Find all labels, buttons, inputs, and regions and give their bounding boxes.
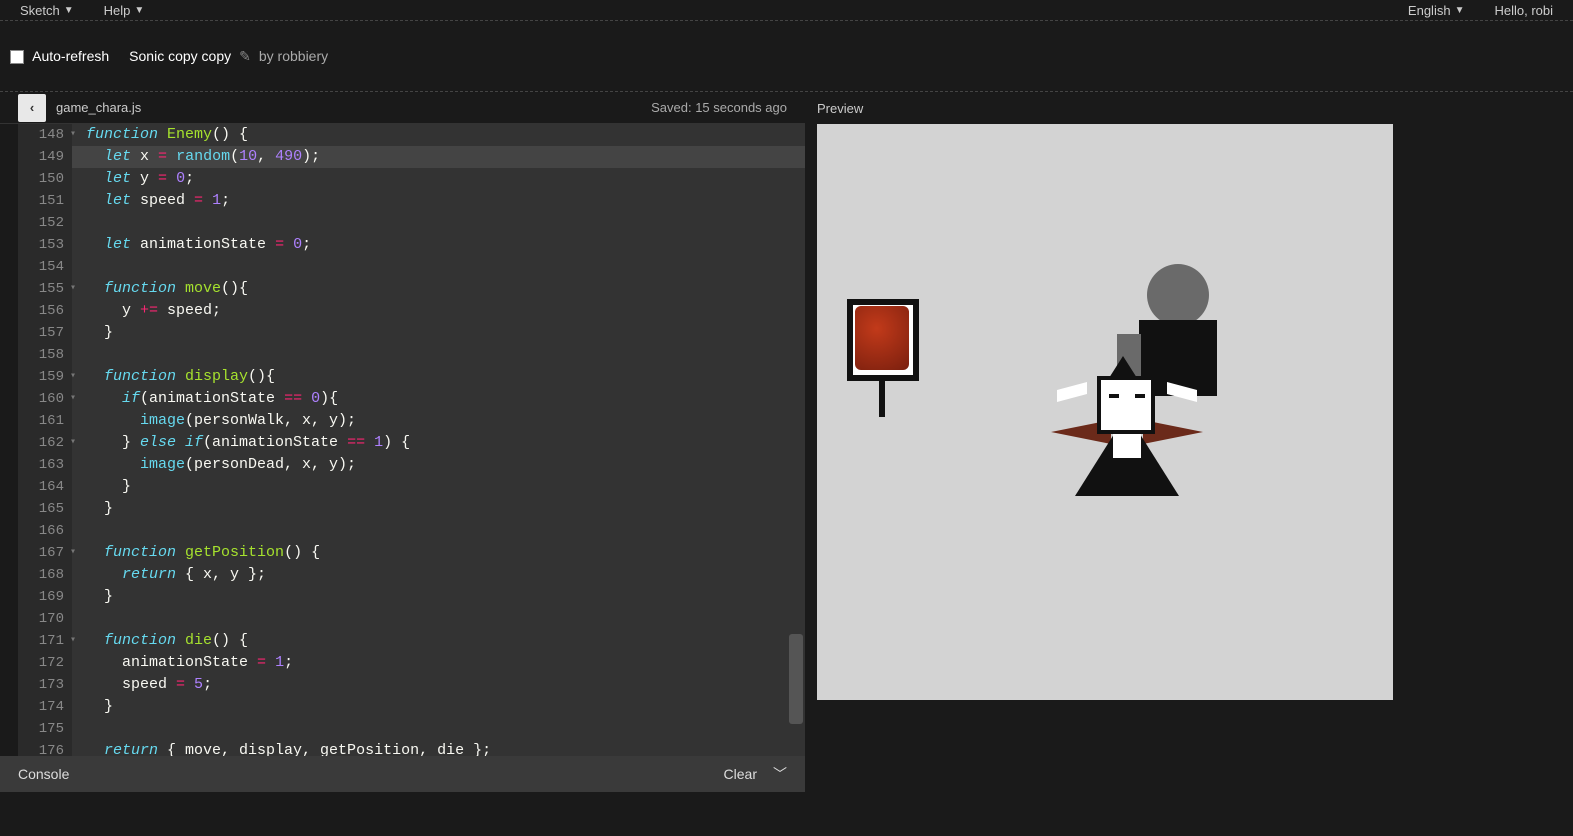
by-label: by: [259, 48, 274, 64]
chevron-down-icon: ▼: [64, 5, 74, 16]
sketch-title: Sonic copy copy: [129, 48, 231, 64]
collapse-sidebar-button[interactable]: ‹: [18, 94, 46, 122]
player-eye-left: [1109, 394, 1119, 398]
code-content[interactable]: function Enemy() { let x = random(10, 49…: [72, 124, 805, 756]
menu-help[interactable]: Help ▼: [104, 3, 145, 18]
language-label: English: [1408, 3, 1451, 18]
top-menu-bar: Sketch ▼ Help ▼ English ▼ Hello, robi: [0, 0, 1573, 20]
editor-pane: ‹ game_chara.js Saved: 15 seconds ago 14…: [0, 92, 805, 792]
preview-label: Preview: [817, 101, 863, 116]
preview-canvas[interactable]: [817, 124, 1393, 700]
player-wing-left: [1057, 382, 1087, 402]
clear-console-button[interactable]: Clear: [724, 766, 757, 782]
auto-refresh-label: Auto-refresh: [32, 48, 109, 64]
checkbox-icon[interactable]: [10, 50, 24, 64]
chevron-down-icon: ▼: [1455, 5, 1465, 16]
player-eye-right: [1135, 394, 1145, 398]
scrollbar-thumb[interactable]: [789, 634, 803, 724]
user-greeting[interactable]: Hello, robi: [1494, 3, 1553, 18]
chevron-down-icon: ▼: [134, 5, 144, 16]
chevron-down-icon[interactable]: ﹀: [773, 764, 787, 784]
filename-label: game_chara.js: [56, 100, 141, 115]
enemy-head: [1147, 264, 1209, 326]
player-shirt: [1113, 434, 1141, 458]
greeting-label: Hello, robi: [1494, 3, 1553, 18]
language-selector[interactable]: English ▼: [1408, 3, 1465, 18]
blood-bag-fill: [855, 306, 909, 370]
player-hair: [1109, 356, 1137, 378]
player-head: [1097, 376, 1155, 434]
blood-bag-tube: [879, 381, 885, 417]
author-name: robbiery: [278, 48, 329, 64]
menu-sketch-label: Sketch: [20, 3, 60, 18]
auto-refresh-toggle[interactable]: Auto-refresh: [10, 48, 109, 64]
console-bar: Console Clear ﹀: [0, 756, 805, 792]
code-editor[interactable]: 1481491501511521531541551561571581591601…: [0, 124, 805, 756]
menu-sketch[interactable]: Sketch ▼: [20, 3, 74, 18]
editor-header: ‹ game_chara.js Saved: 15 seconds ago: [0, 92, 805, 124]
edit-title-button[interactable]: ✎: [239, 48, 251, 65]
sketch-toolbar: Auto-refresh Sonic copy copy ✎ by robbie…: [0, 21, 1573, 91]
saved-status: Saved: 15 seconds ago: [651, 100, 787, 115]
menu-help-label: Help: [104, 3, 131, 18]
line-number-gutter: 1481491501511521531541551561571581591601…: [0, 124, 72, 756]
preview-pane: Preview: [805, 92, 1573, 792]
console-label[interactable]: Console: [18, 766, 69, 782]
